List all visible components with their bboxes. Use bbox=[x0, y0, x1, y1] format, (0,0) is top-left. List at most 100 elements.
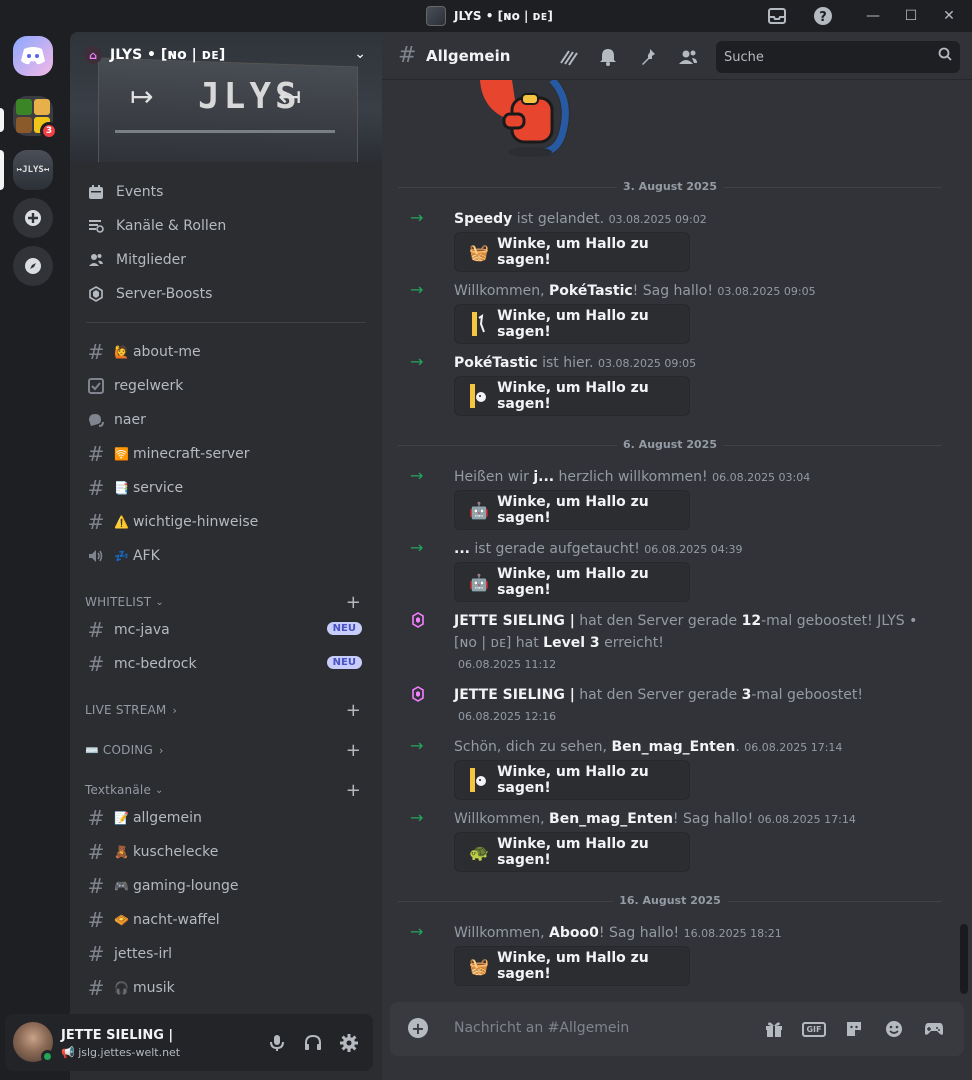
add-server-button[interactable] bbox=[13, 198, 53, 238]
search-input[interactable]: Suche bbox=[716, 41, 960, 73]
message-text: Willkommen, PokéTastic! Sag hallo! 03.08… bbox=[454, 280, 934, 303]
nav-members[interactable]: Mitglieder bbox=[78, 244, 368, 276]
message-username[interactable]: Speedy bbox=[454, 211, 512, 227]
message-username[interactable]: JETTE SIELING | bbox=[454, 687, 575, 703]
message-username[interactable]: PokéTastic bbox=[549, 283, 633, 299]
banner-underline bbox=[115, 130, 335, 133]
message-body: -mal geboostet! bbox=[751, 687, 863, 703]
maximize-icon[interactable]: ☐ bbox=[892, 0, 930, 32]
category-coding[interactable]: ⌨️ CODING › + bbox=[85, 738, 375, 762]
message-username[interactable]: JETTE SIELING | bbox=[454, 613, 575, 629]
nav-divider bbox=[86, 322, 366, 323]
category-textkanaele[interactable]: Textkanäle ⌄ + bbox=[85, 778, 375, 802]
channel-nacht-waffel[interactable]: # 🧇 nacht-waffel bbox=[78, 904, 368, 936]
server-header[interactable]: ⌂ JLYS • [ɴᴏ | ᴅᴇ] bbox=[84, 46, 225, 64]
wave-sticker-icon bbox=[469, 767, 489, 793]
wave-button[interactable]: 🤖 Winke, um Hallo zu sagen! bbox=[454, 490, 690, 530]
forum-channel-icon bbox=[86, 412, 106, 428]
wave-label: Winke, um Hallo zu sagen! bbox=[497, 494, 649, 526]
channel-name: allgemein bbox=[132, 810, 202, 826]
category-live-stream[interactable]: LIVE STREAM › + bbox=[85, 698, 375, 722]
date-divider: 16. August 2025 bbox=[398, 894, 942, 910]
date-label: 3. August 2025 bbox=[617, 180, 723, 193]
wave-button[interactable]: Winke, um Hallo zu sagen! bbox=[454, 760, 690, 800]
notification-bell-icon[interactable] bbox=[596, 46, 620, 68]
add-channel-icon[interactable]: + bbox=[346, 700, 361, 721]
user-panel: JETTE SIELING | 📢 jslg.jettes-welt.net bbox=[5, 1014, 373, 1071]
date-divider: 6. August 2025 bbox=[398, 438, 942, 454]
server-banner[interactable]: ↦ JLYS ↤ ⌂ JLYS • [ɴᴏ | ᴅᴇ] ⌄ bbox=[70, 32, 382, 162]
close-icon[interactable]: ✕ bbox=[930, 0, 968, 32]
channel-minecraft-server[interactable]: # 🛜 minecraft-server bbox=[78, 438, 368, 470]
gif-icon[interactable]: GIF bbox=[802, 1018, 826, 1040]
channel-service[interactable]: # 📑 service bbox=[78, 472, 368, 504]
discover-button[interactable] bbox=[13, 246, 53, 286]
microphone-icon[interactable] bbox=[265, 1032, 289, 1054]
nav-events[interactable]: Events bbox=[78, 176, 368, 208]
channel-kuschelecke[interactable]: # 🧸 kuschelecke bbox=[78, 836, 368, 868]
channel-naer[interactable]: naer bbox=[78, 404, 368, 436]
settings-gear-icon[interactable] bbox=[337, 1032, 361, 1054]
category-whitelist[interactable]: WHITELIST ⌄ + bbox=[85, 590, 375, 614]
add-channel-icon[interactable]: + bbox=[346, 740, 361, 761]
channel-gaming-lounge[interactable]: # 🎮 gaming-lounge bbox=[78, 870, 368, 902]
channel-afk[interactable]: 💤 AFK bbox=[78, 540, 368, 572]
pin-icon[interactable] bbox=[636, 46, 660, 68]
help-icon[interactable]: ? bbox=[804, 0, 842, 32]
wave-label: Winke, um Hallo zu sagen! bbox=[497, 380, 649, 412]
message-timestamp: 06.08.2025 17:14 bbox=[757, 813, 856, 826]
nav-channels-roles[interactable]: Kanäle & Rollen bbox=[78, 210, 368, 242]
wave-button[interactable]: 🧺 Winke, um Hallo zu sagen! bbox=[454, 946, 690, 986]
wave-button[interactable]: Winke, um Hallo zu sagen! bbox=[454, 376, 690, 416]
headphones-icon[interactable] bbox=[301, 1032, 325, 1054]
message-body: Willkommen, bbox=[454, 283, 550, 299]
message-username[interactable]: j... bbox=[533, 469, 554, 485]
channel-name: minecraft-server bbox=[132, 446, 250, 462]
message-body: ! Sag hallo! bbox=[632, 283, 713, 299]
message-body: . bbox=[735, 739, 740, 755]
channel-regelwerk[interactable]: regelwerk bbox=[78, 370, 368, 402]
upload-plus-icon[interactable]: + bbox=[408, 1018, 428, 1038]
add-channel-icon[interactable]: + bbox=[346, 592, 361, 613]
threads-icon[interactable] bbox=[556, 46, 580, 68]
nav-label: Kanäle & Rollen bbox=[116, 218, 227, 234]
wave-button[interactable]: 🐢 Winke, um Hallo zu sagen! bbox=[454, 832, 690, 872]
channel-jettes-irl[interactable]: # jettes-irl bbox=[78, 938, 368, 970]
window-title-group: JLYS • [ɴᴏ | ᴅᴇ] bbox=[426, 6, 553, 26]
message-username[interactable]: Ben_mag_Enten bbox=[611, 739, 735, 755]
channel-about-me[interactable]: # 🙋 about-me bbox=[78, 336, 368, 368]
sticker-icon[interactable] bbox=[842, 1018, 866, 1040]
channel-musik[interactable]: # 🎧 musik bbox=[78, 972, 368, 1004]
message-username[interactable]: Ben_mag_Enten bbox=[549, 811, 673, 827]
channel-wichtige-hinweise[interactable]: # ⚠️ wichtige-hinweise bbox=[78, 506, 368, 538]
nav-server-boosts[interactable]: Server-Boosts bbox=[78, 278, 368, 310]
message-input-placeholder[interactable]: Nachricht an #Allgemein bbox=[454, 1020, 629, 1036]
channel-name: wichtige-hinweise bbox=[132, 514, 259, 530]
channel-mc-bedrock[interactable]: # mc-bedrock NEU bbox=[78, 648, 368, 680]
message-body: Schön, dich zu sehen, bbox=[454, 739, 612, 755]
server-jlys[interactable]: ↦JLYS↤ bbox=[13, 150, 53, 190]
message-composer[interactable]: + Nachricht an #Allgemein GIF bbox=[390, 1002, 964, 1056]
emoji-icon[interactable] bbox=[882, 1018, 906, 1040]
wave-button[interactable]: 🤖 Winke, um Hallo zu sagen! bbox=[454, 562, 690, 602]
minimize-icon[interactable]: — bbox=[854, 0, 892, 32]
wave-button[interactable]: 🧺 Winke, um Hallo zu sagen! bbox=[454, 232, 690, 272]
message-username[interactable]: PokéTastic bbox=[454, 355, 538, 371]
channel-mc-java[interactable]: # mc-java NEU bbox=[78, 614, 368, 646]
chevron-down-icon[interactable]: ⌄ bbox=[354, 46, 366, 62]
gift-icon[interactable] bbox=[762, 1018, 786, 1040]
server-folder[interactable]: 3 bbox=[13, 96, 58, 140]
inbox-icon[interactable] bbox=[758, 0, 796, 32]
add-channel-icon[interactable]: + bbox=[346, 780, 361, 801]
message-timestamp: 03.08.2025 09:05 bbox=[717, 285, 816, 298]
apps-controller-icon[interactable] bbox=[922, 1018, 946, 1040]
member-list-icon[interactable] bbox=[676, 46, 700, 68]
channel-allgemein[interactable]: # 📝 allgemein bbox=[78, 802, 368, 834]
message-timestamp: 06.08.2025 03:04 bbox=[712, 471, 811, 484]
scrollbar[interactable] bbox=[960, 924, 968, 994]
message-username[interactable]: Aboo0 bbox=[549, 925, 599, 941]
direct-messages-button[interactable] bbox=[13, 36, 53, 76]
wave-button[interactable]: Winke, um Hallo zu sagen! bbox=[454, 304, 690, 344]
message-username[interactable]: ... bbox=[454, 541, 470, 557]
message-text: Willkommen, Aboo0! Sag hallo! 16.08.2025… bbox=[454, 922, 934, 945]
